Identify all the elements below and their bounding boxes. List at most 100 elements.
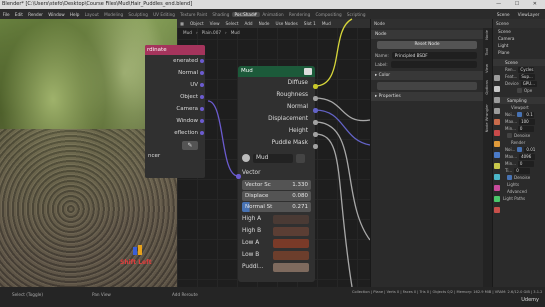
vtab-options[interactable]: Options bbox=[484, 80, 489, 95]
header-node-menu[interactable]: Node bbox=[256, 21, 273, 26]
menu-file[interactable]: File bbox=[0, 12, 12, 17]
output-socket[interactable] bbox=[200, 95, 204, 99]
editor-type-icon[interactable]: ▦ bbox=[177, 21, 187, 26]
open-shading-checkbox[interactable] bbox=[517, 88, 522, 93]
render-noise-threshold-checkbox[interactable] bbox=[517, 147, 523, 152]
use-nodes-checkbox[interactable]: Use Nodes bbox=[273, 21, 301, 26]
view-layer-selector[interactable]: ViewLayer bbox=[515, 12, 542, 17]
header-object-menu[interactable]: Object bbox=[187, 21, 207, 26]
tab-layout[interactable]: Layout bbox=[82, 12, 101, 17]
menu-edit[interactable]: Edit bbox=[12, 12, 25, 17]
node-name-field[interactable]: Principled BSDF bbox=[391, 52, 477, 59]
color-swatch[interactable] bbox=[273, 262, 309, 272]
vtab-view[interactable]: View bbox=[484, 64, 489, 73]
menu-help[interactable]: Help bbox=[67, 12, 82, 17]
socket-diffuse[interactable] bbox=[313, 84, 318, 89]
outliner-item[interactable]: Light bbox=[493, 42, 545, 49]
sidebar-tab-node[interactable]: Node bbox=[374, 21, 385, 26]
output-socket[interactable] bbox=[200, 83, 204, 87]
color-swatch[interactable] bbox=[273, 238, 309, 248]
normal-strength-slider[interactable]: Normal St 0.271 bbox=[242, 202, 311, 212]
render-noise-threshold-field[interactable]: 0.01 bbox=[524, 146, 535, 153]
menu-render[interactable]: Render bbox=[26, 12, 46, 17]
render-max-samples-field[interactable]: 4096 bbox=[519, 153, 536, 160]
eyedropper-icon[interactable]: ✎ bbox=[182, 141, 198, 150]
tool-icon[interactable] bbox=[494, 75, 500, 81]
tab-shading[interactable]: Shading bbox=[210, 12, 232, 17]
tab-texture-paint[interactable]: Texture Paint bbox=[178, 12, 210, 17]
render-engine-select[interactable]: Cycles bbox=[518, 66, 535, 73]
color-swatch[interactable] bbox=[273, 214, 309, 224]
min-samples-field[interactable]: 0 bbox=[517, 125, 534, 132]
vtab-node-wrangler[interactable]: Node Wrangler bbox=[484, 104, 489, 132]
tab-modeling[interactable]: Modeling bbox=[101, 12, 125, 17]
tab-sculpting[interactable]: Sculpting bbox=[126, 12, 151, 17]
menu-window[interactable]: Window bbox=[46, 12, 68, 17]
outliner-item[interactable]: Scene bbox=[493, 28, 545, 35]
device-select[interactable]: GPU... bbox=[520, 80, 537, 87]
world-icon[interactable] bbox=[494, 130, 500, 136]
vtab-node[interactable]: Node bbox=[484, 30, 489, 40]
constraints-icon[interactable] bbox=[494, 185, 500, 191]
node-label-field[interactable] bbox=[390, 61, 477, 68]
noise-threshold-checkbox[interactable] bbox=[517, 112, 523, 117]
node-group-icon[interactable] bbox=[304, 68, 312, 75]
noise-threshold-field[interactable]: 0.1 bbox=[524, 111, 535, 118]
texture-coordinate-node[interactable]: rdinate enerated Normal UV Object Camera… bbox=[145, 45, 205, 178]
render-icon[interactable] bbox=[494, 86, 500, 92]
view-layer-icon[interactable] bbox=[494, 108, 500, 114]
node-group-name-field[interactable]: Mud bbox=[253, 153, 293, 163]
material-icon[interactable] bbox=[494, 207, 500, 213]
render-denoise-checkbox[interactable] bbox=[507, 175, 512, 180]
node-tree-icon[interactable] bbox=[242, 154, 250, 162]
color-field[interactable] bbox=[377, 82, 477, 90]
render-min-samples-field[interactable]: 0 bbox=[517, 160, 534, 167]
object-icon[interactable] bbox=[494, 141, 500, 147]
vector-scale-slider[interactable]: Vector Sc 1.330 bbox=[242, 180, 311, 190]
header-select-menu[interactable]: Select bbox=[223, 21, 242, 26]
displace-slider[interactable]: Displace 0.080 bbox=[242, 191, 311, 201]
tab-animation[interactable]: Animation bbox=[260, 12, 287, 17]
scene-section-header[interactable]: Scene bbox=[493, 59, 545, 66]
fake-user-shield-icon[interactable] bbox=[296, 153, 305, 163]
output-socket[interactable] bbox=[200, 71, 204, 75]
viewport-denoise-checkbox[interactable] bbox=[507, 133, 512, 138]
modifier-icon[interactable] bbox=[494, 152, 500, 158]
scene-icon[interactable] bbox=[494, 119, 500, 125]
node-group-selector[interactable]: Mud bbox=[242, 153, 311, 163]
color-swatch[interactable] bbox=[273, 226, 309, 236]
tab-uv-editing[interactable]: UV Editing bbox=[150, 12, 177, 17]
outliner-item[interactable]: Camera bbox=[493, 35, 545, 42]
output-icon[interactable] bbox=[494, 97, 500, 103]
scene-selector[interactable]: Scene bbox=[494, 12, 512, 17]
particles-icon[interactable] bbox=[494, 163, 500, 169]
output-socket[interactable] bbox=[200, 119, 204, 123]
tab-compositing[interactable]: Compositing bbox=[313, 12, 344, 17]
socket-vector-input[interactable] bbox=[236, 174, 241, 179]
tab-rendering[interactable]: Rendering bbox=[286, 12, 313, 17]
data-icon[interactable] bbox=[494, 196, 500, 202]
socket-height[interactable] bbox=[313, 132, 318, 137]
physics-icon[interactable] bbox=[494, 174, 500, 180]
socket-displacement[interactable] bbox=[313, 120, 318, 125]
feature-set-select[interactable]: Sup... bbox=[519, 73, 536, 80]
tab-scripting[interactable]: Scripting bbox=[344, 12, 368, 17]
socket-roughness[interactable] bbox=[313, 96, 318, 101]
color-section-header[interactable]: ▸ Color bbox=[371, 71, 483, 80]
max-samples-field[interactable]: 100 bbox=[519, 118, 536, 125]
socket-normal[interactable] bbox=[313, 108, 318, 113]
output-socket[interactable] bbox=[200, 107, 204, 111]
socket-puddle-mask[interactable] bbox=[313, 144, 318, 149]
material-selector[interactable]: Mud bbox=[319, 21, 334, 26]
output-socket[interactable] bbox=[200, 131, 204, 135]
outliner-item[interactable]: Plane bbox=[493, 49, 545, 56]
reset-node-button[interactable]: Reset Node bbox=[377, 41, 477, 49]
output-socket[interactable] bbox=[200, 59, 204, 63]
mud-group-node[interactable]: Mud Diffuse Roughness Normal Displacemen… bbox=[238, 66, 315, 282]
properties-section-header[interactable]: ▸ Properties bbox=[371, 92, 483, 101]
node-section-header[interactable]: Node bbox=[371, 30, 483, 39]
window-controls[interactable]: — ☐ ✕ bbox=[496, 0, 543, 9]
tab-active-workspace[interactable]: Pos:Shad# bbox=[231, 11, 260, 17]
time-limit-field[interactable]: 0 bbox=[514, 167, 531, 174]
slot-selector[interactable]: Slot 1 bbox=[301, 21, 319, 26]
